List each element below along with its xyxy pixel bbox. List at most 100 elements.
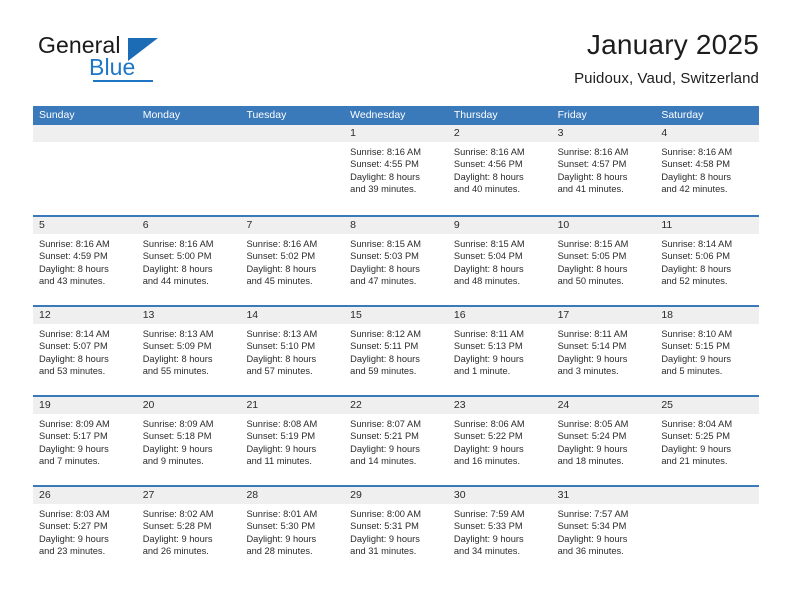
weekday-header-row: Sunday Monday Tuesday Wednesday Thursday Frid… <box>33 106 759 125</box>
day-detail-line: Sunrise: 8:14 AM <box>39 329 110 339</box>
weekday-header-wednesday: Wednesday <box>350 109 406 121</box>
day-detail-line: and 52 minutes. <box>661 276 728 287</box>
day-number: 28 <box>240 487 345 504</box>
day-detail-line: Sunrise: 8:16 AM <box>246 239 318 249</box>
day-number: 11 <box>655 217 760 234</box>
day-cell-14[interactable]: 14 Sunrise: 8:13 AM Sunset: 5:10 PM Dayligh… <box>240 307 345 395</box>
day-details: Sunrise: 8:16 AM Sunset: 4:58 PM Daylight:… <box>655 142 759 196</box>
day-detail-line: Daylight: 9 hours <box>350 443 420 454</box>
day-detail-line: and 9 minutes. <box>142 456 204 467</box>
day-detail-line: and 26 minutes. <box>142 546 209 557</box>
day-detail-line: Daylight: 8 hours <box>246 353 317 364</box>
day-detail-line: and 39 minutes. <box>350 184 417 195</box>
day-detail-line: Sunrise: 8:04 AM <box>661 419 733 429</box>
day-cell-7[interactable]: 7 Sunrise: 8:16 AM Sunset: 5:02 PM Daylight… <box>240 217 345 305</box>
day-detail-line: Sunrise: 8:05 AM <box>557 419 629 429</box>
day-details: Sunrise: 8:03 AM Sunset: 5:27 PM Daylight:… <box>33 504 137 558</box>
day-detail-line: Sunrise: 8:16 AM <box>350 147 421 157</box>
day-cell-31[interactable]: 31 Sunrise: 7:57 AM Sunset: 5:34 PM Dayligh… <box>551 487 656 575</box>
day-cell-27[interactable]: 27 Sunrise: 8:02 AM Sunset: 5:28 PM Dayligh… <box>136 487 241 575</box>
day-cell-2[interactable]: 2 Sunrise: 8:16 AM Sunset: 4:56 PM Daylight… <box>447 125 552 215</box>
day-cell-17[interactable]: 17 Sunrise: 8:11 AM Sunset: 5:14 PM Dayligh… <box>551 307 656 395</box>
day-cell-29[interactable]: 29 Sunrise: 8:00 AM Sunset: 5:31 PM Dayligh… <box>344 487 448 575</box>
day-details: Sunrise: 8:10 AM Sunset: 5:15 PM Daylight:… <box>655 324 759 378</box>
day-cell-19[interactable]: 19 Sunrise: 8:09 AM Sunset: 5:17 PM Dayligh… <box>33 397 137 485</box>
day-number: 30 <box>447 487 552 504</box>
day-detail-line: Sunset: 4:58 PM <box>661 159 731 170</box>
day-detail-line: Sunset: 5:13 PM <box>453 341 523 352</box>
day-number: 4 <box>655 125 760 142</box>
brand-logo[interactable]: General Blue <box>33 32 293 92</box>
day-cell-12[interactable]: 12 Sunrise: 8:14 AM Sunset: 5:07 PM Dayligh… <box>33 307 137 395</box>
day-detail-line: Sunset: 5:33 PM <box>453 521 523 532</box>
day-number: 19 <box>33 397 137 414</box>
day-detail-line: Daylight: 9 hours <box>661 353 732 364</box>
day-detail-line: Sunset: 5:34 PM <box>557 521 627 532</box>
day-number: 10 <box>551 217 656 234</box>
day-detail-line: and 47 minutes. <box>350 276 417 287</box>
day-number: 25 <box>655 397 760 414</box>
weekday-header-friday: Friday <box>557 109 587 121</box>
day-cell-22[interactable]: 22 Sunrise: 8:07 AM Sunset: 5:21 PM Dayligh… <box>344 397 448 485</box>
day-cell-3[interactable]: 3 Sunrise: 8:16 AM Sunset: 4:57 PM Daylight… <box>551 125 656 215</box>
day-detail-line: Sunset: 4:56 PM <box>453 159 523 170</box>
day-detail-line: and 5 minutes. <box>661 366 723 377</box>
day-detail-line: Daylight: 8 hours <box>350 171 420 182</box>
day-cell-30[interactable]: 30 Sunrise: 7:59 AM Sunset: 5:33 PM Dayligh… <box>447 487 552 575</box>
day-detail-line: and 48 minutes. <box>453 276 521 287</box>
day-detail-line: Daylight: 8 hours <box>39 353 109 364</box>
day-cell-13[interactable]: 13 Sunrise: 8:13 AM Sunset: 5:09 PM Dayligh… <box>136 307 241 395</box>
day-detail-line: and 28 minutes. <box>246 546 313 557</box>
day-detail-line: Daylight: 8 hours <box>661 263 732 274</box>
day-detail-line: Daylight: 8 hours <box>350 263 420 274</box>
day-number: 16 <box>447 307 552 324</box>
day-cell-21[interactable]: 21 Sunrise: 8:08 AM Sunset: 5:19 PM Dayligh… <box>240 397 345 485</box>
day-number: 14 <box>240 307 345 324</box>
day-cell-20[interactable]: 20 Sunrise: 8:09 AM Sunset: 5:18 PM Dayligh… <box>136 397 241 485</box>
day-cell-empty <box>655 487 760 575</box>
day-detail-line: Sunrise: 8:15 AM <box>453 239 525 249</box>
day-detail-line: and 40 minutes. <box>453 184 521 195</box>
day-number <box>240 125 345 142</box>
day-cell-6[interactable]: 6 Sunrise: 8:16 AM Sunset: 5:00 PM Daylight… <box>136 217 241 305</box>
day-detail-line: Sunset: 4:59 PM <box>39 251 108 262</box>
day-details: Sunrise: 8:16 AM Sunset: 4:55 PM Daylight:… <box>344 142 448 196</box>
day-cell-26[interactable]: 26 Sunrise: 8:03 AM Sunset: 5:27 PM Dayligh… <box>33 487 137 575</box>
day-number: 9 <box>447 217 552 234</box>
day-detail-line: Sunset: 5:28 PM <box>142 521 212 532</box>
day-cell-15[interactable]: 15 Sunrise: 8:12 AM Sunset: 5:11 PM Dayligh… <box>344 307 448 395</box>
day-detail-line: Sunrise: 7:59 AM <box>453 509 525 519</box>
day-details: Sunrise: 8:01 AM Sunset: 5:30 PM Daylight:… <box>240 504 344 558</box>
day-details: Sunrise: 8:15 AM Sunset: 5:04 PM Daylight:… <box>448 234 552 288</box>
day-number: 21 <box>240 397 345 414</box>
day-cell-23[interactable]: 23 Sunrise: 8:06 AM Sunset: 5:22 PM Dayligh… <box>447 397 552 485</box>
day-details: Sunrise: 8:12 AM Sunset: 5:11 PM Daylight:… <box>344 324 448 378</box>
day-cell-24[interactable]: 24 Sunrise: 8:05 AM Sunset: 5:24 PM Dayligh… <box>551 397 656 485</box>
day-cell-9[interactable]: 9 Sunrise: 8:15 AM Sunset: 5:04 PM Daylight… <box>447 217 552 305</box>
day-cell-28[interactable]: 28 Sunrise: 8:01 AM Sunset: 5:30 PM Dayligh… <box>240 487 345 575</box>
day-detail-line: Sunset: 5:07 PM <box>39 341 108 352</box>
day-detail-line: Daylight: 9 hours <box>557 533 628 544</box>
day-detail-line: and 18 minutes. <box>557 456 624 467</box>
day-number: 7 <box>240 217 345 234</box>
day-detail-line: Sunset: 5:15 PM <box>661 341 731 352</box>
day-number: 2 <box>447 125 552 142</box>
weekday-header-saturday: Saturday <box>661 109 704 121</box>
day-detail-line: Sunset: 5:05 PM <box>557 251 627 262</box>
day-cell-5[interactable]: 5 Sunrise: 8:16 AM Sunset: 4:59 PM Daylight… <box>33 217 137 305</box>
day-cell-8[interactable]: 8 Sunrise: 8:15 AM Sunset: 5:03 PM Daylight… <box>344 217 448 305</box>
day-cell-25[interactable]: 25 Sunrise: 8:04 AM Sunset: 5:25 PM Dayligh… <box>655 397 760 485</box>
day-cell-11[interactable]: 11 Sunrise: 8:14 AM Sunset: 5:06 PM Dayligh… <box>655 217 760 305</box>
day-cell-10[interactable]: 10 Sunrise: 8:15 AM Sunset: 5:05 PM Dayligh… <box>551 217 656 305</box>
day-detail-line: Daylight: 9 hours <box>350 533 420 544</box>
day-detail-line: Sunset: 5:11 PM <box>350 341 419 352</box>
day-cell-1[interactable]: 1 Sunrise: 8:16 AM Sunset: 4:55 PM Daylight… <box>344 125 448 215</box>
day-cell-4[interactable]: 4 Sunrise: 8:16 AM Sunset: 4:58 PM Daylight… <box>655 125 760 215</box>
day-details: Sunrise: 8:13 AM Sunset: 5:10 PM Daylight:… <box>240 324 344 378</box>
day-detail-line: Daylight: 8 hours <box>557 171 628 182</box>
day-detail-line: Sunrise: 8:11 AM <box>453 329 524 339</box>
day-cell-18[interactable]: 18 Sunrise: 8:10 AM Sunset: 5:15 PM Dayligh… <box>655 307 760 395</box>
page-title: January 2025 <box>586 29 759 60</box>
day-cell-16[interactable]: 16 Sunrise: 8:11 AM Sunset: 5:13 PM Dayligh… <box>447 307 552 395</box>
day-detail-line: Sunrise: 8:02 AM <box>142 509 214 519</box>
